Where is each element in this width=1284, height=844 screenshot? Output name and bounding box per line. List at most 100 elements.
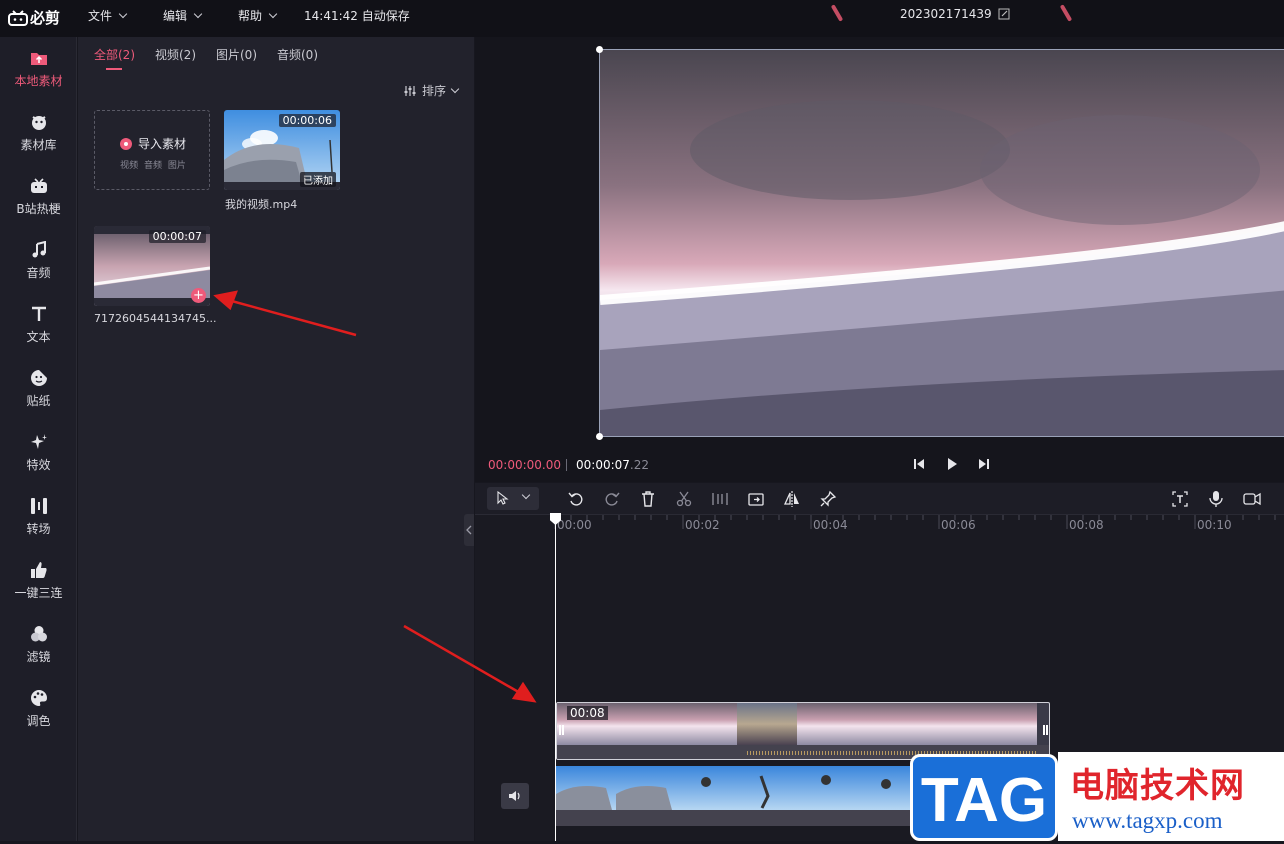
tab-audio[interactable]: 音频(0): [277, 46, 318, 63]
palette-icon: [30, 690, 47, 706]
sidebar-item-label: 音频: [26, 266, 51, 280]
decor-slash: [1059, 4, 1073, 22]
sidebar-item-bilibili-memes[interactable]: B站热梗: [0, 169, 77, 225]
ruler-label: 00:00: [557, 518, 592, 532]
sidebar-item-audio[interactable]: 音频: [0, 233, 77, 289]
app-logo: 必剪: [8, 7, 60, 28]
sidebar-item-text[interactable]: 文本: [0, 297, 77, 353]
sidebar-item-color-grading[interactable]: 调色: [0, 681, 77, 737]
timeline-ruler: [554, 515, 1276, 529]
pin-icon[interactable]: [819, 490, 837, 508]
mute-track-button[interactable]: [501, 783, 529, 809]
tv-icon: [30, 178, 47, 193]
sidebar-item-library[interactable]: 素材库: [0, 105, 77, 161]
skip-back-icon[interactable]: [912, 457, 926, 471]
left-sidebar: 本地素材 素材库 B站热梗 音频 文本 贴纸 特效 转场 一键三连 滤镜 调色: [0, 37, 77, 841]
media-filename: 7172604544134745...: [94, 312, 217, 325]
sidebar-item-stickers[interactable]: 贴纸: [0, 361, 77, 417]
import-subtitle: 视频 音频 图片: [120, 161, 186, 171]
filter-circles-icon: [30, 626, 47, 642]
ruler-label: 00:06: [941, 518, 976, 532]
video-frame-image: [600, 50, 1284, 436]
music-note-icon: [32, 241, 46, 258]
camera-record-icon[interactable]: [1243, 490, 1261, 508]
chevron-down-icon: [521, 490, 531, 500]
redo-icon[interactable]: [603, 490, 621, 508]
menu-file[interactable]: 文件: [88, 7, 128, 24]
sidebar-item-label: 调色: [26, 714, 51, 728]
collapse-panel-button[interactable]: [464, 514, 474, 546]
sidebar-item-local-media[interactable]: 本地素材: [0, 41, 77, 97]
video-preview[interactable]: [599, 49, 1284, 437]
sidebar-item-triple-like[interactable]: 一键三连: [0, 553, 77, 609]
timecode-divider: [566, 459, 567, 471]
delete-icon[interactable]: [639, 490, 657, 508]
sort-label: 排序: [422, 84, 447, 98]
chevron-left-icon: [466, 525, 472, 535]
clip-duration: 00:08: [567, 706, 608, 720]
play-icon[interactable]: [945, 457, 959, 471]
project-name[interactable]: 202302171439: [900, 7, 1010, 21]
chevron-down-icon: [268, 9, 278, 18]
undo-icon[interactable]: [567, 490, 585, 508]
split-icon[interactable]: [711, 490, 729, 508]
sort-button[interactable]: 排序: [404, 82, 460, 99]
resize-handle[interactable]: [596, 46, 603, 53]
media-filename: 我的视频.mp4: [225, 198, 298, 211]
tab-image[interactable]: 图片(0): [216, 46, 257, 63]
sidebar-item-transitions[interactable]: 转场: [0, 489, 77, 545]
sidebar-item-label: 文本: [26, 330, 51, 344]
menu-file-label: 文件: [88, 9, 113, 23]
add-circle-icon: [119, 137, 132, 150]
added-badge: 已添加: [300, 172, 336, 187]
watermark-url: www.tagxp.com: [1072, 808, 1223, 833]
menu-edit[interactable]: 编辑: [163, 7, 203, 24]
sidebar-item-effects[interactable]: 特效: [0, 425, 77, 481]
chevron-down-icon: [193, 9, 203, 18]
mirror-icon[interactable]: [783, 490, 801, 508]
add-to-timeline-button[interactable]: +: [191, 288, 206, 303]
tab-all[interactable]: 全部(2): [94, 46, 135, 63]
text-recognition-icon[interactable]: [1171, 490, 1189, 508]
sticker-icon: [30, 370, 47, 386]
import-media-button[interactable]: 导入素材 视频 音频 图片: [94, 110, 210, 190]
sidebar-item-label: 特效: [26, 458, 51, 472]
scissors-icon[interactable]: [675, 490, 693, 508]
media-item-1[interactable]: 00:00:06 已添加: [224, 110, 340, 190]
tab-video[interactable]: 视频(2): [155, 46, 196, 63]
sliders-icon: [404, 85, 416, 96]
total-timecode: 00:00:07.22: [576, 458, 649, 472]
clip-filmstrip: [557, 703, 1049, 759]
ruler-label: 00:04: [813, 518, 848, 532]
total-time-main: 00:00:07: [576, 458, 630, 472]
ruler-label: 00:10: [1197, 518, 1232, 532]
watermark-tag-logo: TAG: [910, 754, 1058, 841]
sidebar-item-label: 贴纸: [26, 394, 51, 408]
edit-icon[interactable]: [998, 8, 1010, 20]
media-item-2[interactable]: 00:00:07 +: [94, 226, 210, 306]
sidebar-item-filters[interactable]: 滤镜: [0, 617, 77, 673]
skip-forward-icon[interactable]: [977, 457, 991, 471]
sparkle-icon: [30, 434, 47, 449]
speaker-icon: [509, 791, 520, 801]
replace-icon[interactable]: [747, 490, 765, 508]
sidebar-item-label: 素材库: [20, 138, 57, 152]
menu-help-label: 帮助: [238, 9, 263, 23]
menu-edit-label: 编辑: [163, 9, 188, 23]
sidebar-item-label: 滤镜: [26, 650, 51, 664]
menu-help[interactable]: 帮助: [238, 7, 278, 24]
app-name: 必剪: [30, 9, 61, 27]
resize-handle[interactable]: [596, 433, 603, 440]
ruler-label: 00:02: [685, 518, 720, 532]
thumbs-up-icon: [30, 562, 47, 578]
import-title: 导入素材: [95, 135, 211, 152]
select-tool-dropdown[interactable]: [487, 487, 539, 510]
duration-badge: 00:00:06: [278, 114, 336, 127]
playhead-line[interactable]: [555, 515, 556, 841]
chevron-down-icon: [450, 84, 460, 93]
media-panel: 全部(2) 视频(2) 图片(0) 音频(0) 排序 导入素材 视频 音频 图片…: [78, 37, 474, 841]
sidebar-item-label: B站热梗: [16, 202, 61, 216]
watermark-site-name: 电脑技术网: [1070, 766, 1245, 806]
timeline-clip-video-1[interactable]: 00:08: [556, 702, 1050, 760]
microphone-icon[interactable]: [1207, 490, 1225, 508]
